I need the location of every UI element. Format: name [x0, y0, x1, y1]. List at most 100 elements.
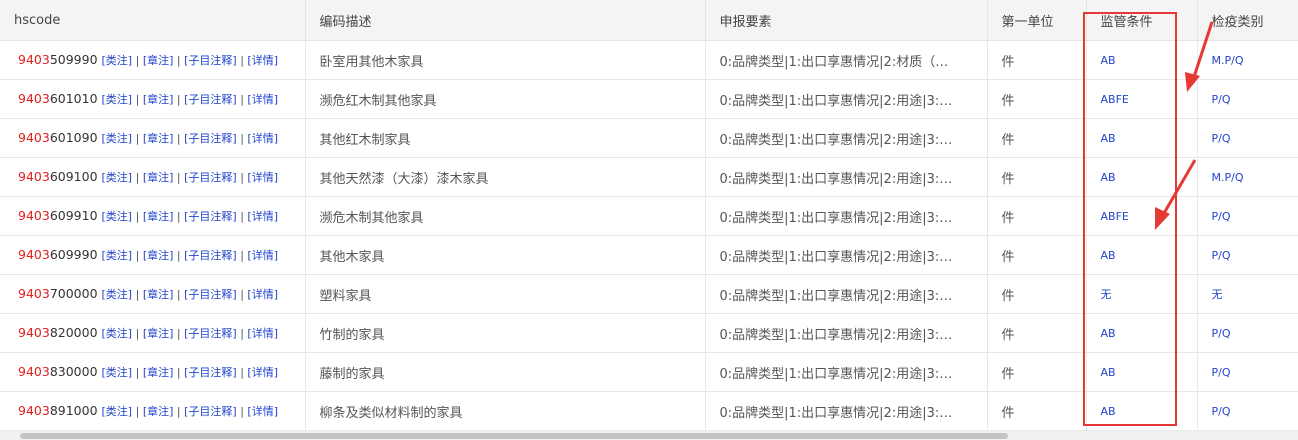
quarantine-link[interactable]: P/Q	[1212, 327, 1231, 340]
note-link[interactable]: [章注]	[143, 171, 174, 184]
note-link[interactable]: [子目注释]	[184, 210, 237, 223]
supervision-link[interactable]: AB	[1101, 366, 1116, 379]
supervision-link[interactable]: AB	[1101, 327, 1116, 340]
note-link[interactable]: [子目注释]	[184, 405, 237, 418]
description-cell: 濒危红木制其他家具	[305, 79, 706, 119]
declaration-elements-cell: 0:品牌类型|1:出口享惠情况|2:用途|3:…	[705, 196, 988, 236]
hscode-cell: 9403601010 [类注] | [章注] | [子目注释] | [详情]	[0, 79, 306, 119]
note-link[interactable]: [类注]	[102, 405, 133, 418]
table-row[interactable]: 9403601090 [类注] | [章注] | [子目注释] | [详情] 其他…	[0, 118, 1298, 158]
header-supervision-conditions[interactable]: 监管条件	[1086, 0, 1198, 41]
hscode-cell: 9403700000 [类注] | [章注] | [子目注释] | [详情]	[0, 274, 306, 314]
hscode-cell: 9403509990 [类注] | [章注] | [子目注释] | [详情]	[0, 40, 306, 80]
hscode-prefix: 9403	[18, 91, 50, 106]
quarantine-link[interactable]: M.P/Q	[1212, 171, 1244, 184]
table-row[interactable]: 9403609990 [类注] | [章注] | [子目注释] | [详情] 其他…	[0, 235, 1298, 275]
note-link[interactable]: [详情]	[247, 405, 278, 418]
hscode-cell: 9403891000 [类注] | [章注] | [子目注释] | [详情]	[0, 391, 306, 431]
note-link[interactable]: [子目注释]	[184, 132, 237, 145]
table-row[interactable]: 9403609100 [类注] | [章注] | [子目注释] | [详情] 其他…	[0, 157, 1298, 197]
description-cell: 竹制的家具	[305, 313, 706, 353]
supervision-cell: ABFE	[1086, 196, 1198, 236]
note-link[interactable]: [类注]	[102, 249, 133, 262]
note-link[interactable]: [类注]	[102, 132, 133, 145]
note-link[interactable]: [详情]	[247, 366, 278, 379]
supervision-cell: AB	[1086, 235, 1198, 275]
note-link[interactable]: [章注]	[143, 327, 174, 340]
note-link[interactable]: [子目注释]	[184, 288, 237, 301]
hscode-suffix: 830000	[49, 364, 98, 379]
unit-cell: 件	[987, 157, 1087, 197]
note-link[interactable]: [类注]	[102, 366, 133, 379]
quarantine-link[interactable]: P/Q	[1212, 405, 1231, 418]
header-quarantine-category[interactable]: 检疫类别	[1197, 0, 1298, 41]
quarantine-cell: P/Q	[1197, 391, 1298, 431]
declaration-elements-cell: 0:品牌类型|1:出口享惠情况|2:用途|3:…	[705, 352, 988, 392]
note-link[interactable]: [详情]	[247, 132, 278, 145]
note-link[interactable]: [类注]	[102, 288, 133, 301]
note-link[interactable]: [详情]	[247, 54, 278, 67]
supervision-link[interactable]: ABFE	[1101, 93, 1129, 106]
table-row[interactable]: 9403601010 [类注] | [章注] | [子目注释] | [详情] 濒危…	[0, 79, 1298, 119]
quarantine-link[interactable]: P/Q	[1212, 249, 1231, 262]
note-link[interactable]: [章注]	[143, 132, 174, 145]
table-row[interactable]: 9403820000 [类注] | [章注] | [子目注释] | [详情] 竹制…	[0, 313, 1298, 353]
note-link[interactable]: [章注]	[143, 93, 174, 106]
note-link[interactable]: [类注]	[102, 171, 133, 184]
quarantine-link[interactable]: P/Q	[1212, 210, 1231, 223]
table-row[interactable]: 9403509990 [类注] | [章注] | [子目注释] | [详情] 卧室…	[0, 40, 1298, 80]
note-link[interactable]: [章注]	[143, 405, 174, 418]
quarantine-link[interactable]: P/Q	[1212, 132, 1231, 145]
note-link[interactable]: [子目注释]	[184, 54, 237, 67]
quarantine-link[interactable]: P/Q	[1212, 93, 1231, 106]
quarantine-cell: P/Q	[1197, 79, 1298, 119]
note-link[interactable]: [子目注释]	[184, 327, 237, 340]
note-link[interactable]: [详情]	[247, 171, 278, 184]
note-link[interactable]: [子目注释]	[184, 93, 237, 106]
hscode-suffix: 509990	[49, 52, 98, 67]
table-row[interactable]: 9403891000 [类注] | [章注] | [子目注释] | [详情] 柳条…	[0, 391, 1298, 431]
supervision-link[interactable]: AB	[1101, 132, 1116, 145]
horizontal-scrollbar[interactable]	[0, 431, 1298, 440]
note-link[interactable]: [子目注释]	[184, 249, 237, 262]
note-link[interactable]: [章注]	[143, 249, 174, 262]
note-link[interactable]: [类注]	[102, 93, 133, 106]
supervision-cell: AB	[1086, 313, 1198, 353]
note-link[interactable]: [章注]	[143, 54, 174, 67]
note-link[interactable]: [详情]	[247, 93, 278, 106]
header-first-unit[interactable]: 第一单位	[987, 0, 1087, 41]
supervision-link[interactable]: ABFE	[1101, 210, 1129, 223]
table-row[interactable]: 9403609910 [类注] | [章注] | [子目注释] | [详情] 濒危…	[0, 196, 1298, 236]
supervision-link[interactable]: AB	[1101, 405, 1116, 418]
table-header-row: hscode 编码描述 申报要素 第一单位 监管条件 检疫类别	[0, 0, 1298, 41]
quarantine-link[interactable]: M.P/Q	[1212, 54, 1244, 67]
note-link[interactable]: [详情]	[247, 249, 278, 262]
hscode-suffix: 891000	[49, 403, 98, 418]
supervision-link[interactable]: 无	[1101, 288, 1112, 301]
note-link[interactable]: [详情]	[247, 288, 278, 301]
note-link[interactable]: [类注]	[102, 210, 133, 223]
horizontal-scrollbar-thumb[interactable]	[20, 433, 1008, 439]
note-link[interactable]: [子目注释]	[184, 366, 237, 379]
header-hscode[interactable]: hscode	[0, 0, 306, 41]
quarantine-link[interactable]: P/Q	[1212, 366, 1231, 379]
supervision-link[interactable]: AB	[1101, 54, 1116, 67]
note-link[interactable]: [章注]	[143, 288, 174, 301]
supervision-link[interactable]: AB	[1101, 249, 1116, 262]
note-link[interactable]: [子目注释]	[184, 171, 237, 184]
header-description[interactable]: 编码描述	[305, 0, 706, 41]
table-row[interactable]: 9403830000 [类注] | [章注] | [子目注释] | [详情] 藤制…	[0, 352, 1298, 392]
table-row[interactable]: 9403700000 [类注] | [章注] | [子目注释] | [详情] 塑料…	[0, 274, 1298, 314]
declaration-elements-cell: 0:品牌类型|1:出口享惠情况|2:用途|3:…	[705, 391, 988, 431]
supervision-cell: AB	[1086, 391, 1198, 431]
supervision-link[interactable]: AB	[1101, 171, 1116, 184]
header-declaration-elements[interactable]: 申报要素	[705, 0, 988, 41]
note-link[interactable]: [类注]	[102, 327, 133, 340]
note-link[interactable]: [类注]	[102, 54, 133, 67]
unit-cell: 件	[987, 118, 1087, 158]
note-link[interactable]: [详情]	[247, 210, 278, 223]
note-link[interactable]: [章注]	[143, 210, 174, 223]
note-link[interactable]: [详情]	[247, 327, 278, 340]
quarantine-link[interactable]: 无	[1212, 288, 1223, 301]
note-link[interactable]: [章注]	[143, 366, 174, 379]
